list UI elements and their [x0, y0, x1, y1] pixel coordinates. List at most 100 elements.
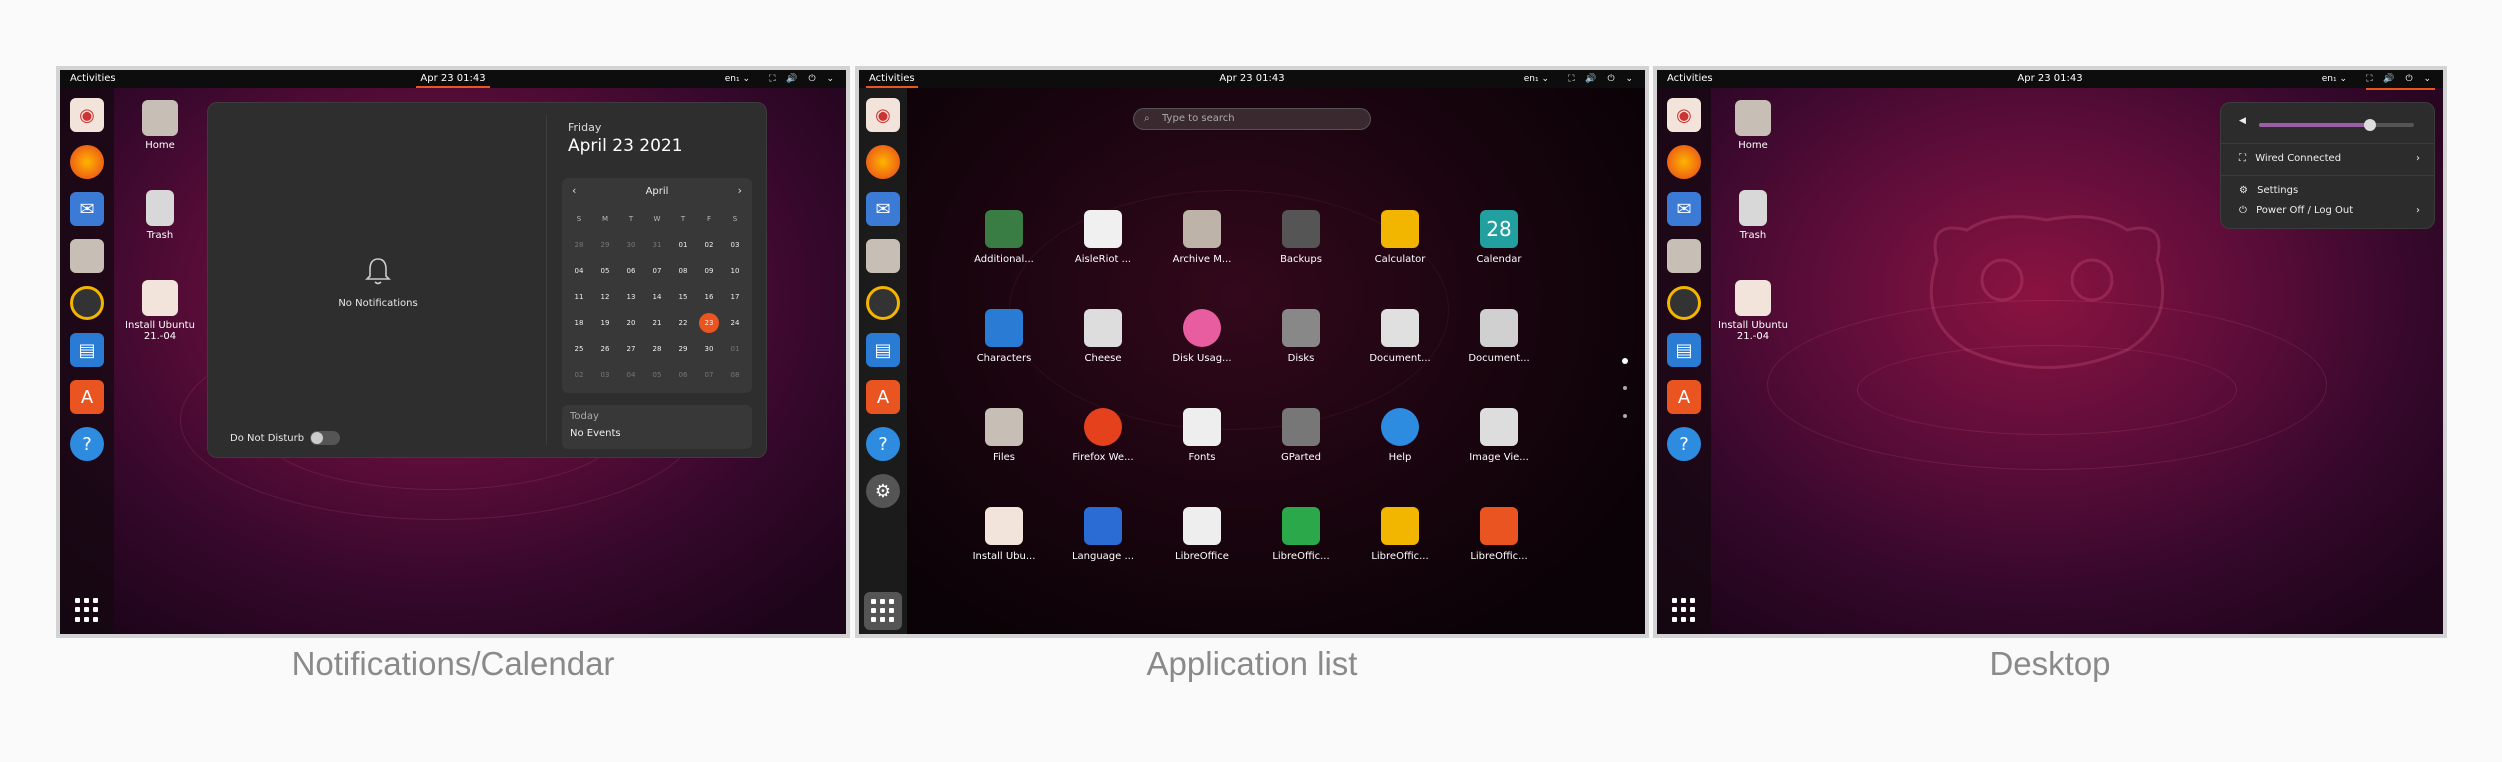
desktop-home[interactable]: Home [1713, 100, 1793, 151]
show-apps-icon[interactable] [864, 592, 902, 630]
app-tile[interactable]: Disks [1261, 309, 1341, 364]
software-icon[interactable]: A [1667, 380, 1701, 414]
calendar-day[interactable]: 03 [722, 232, 748, 258]
calendar-day[interactable]: 26 [592, 336, 618, 362]
software-icon[interactable]: A [70, 380, 104, 414]
app-tile[interactable]: Language ... [1063, 507, 1143, 562]
clock-button[interactable]: Apr 23 01:43 [1215, 70, 1288, 88]
page-indicator[interactable] [1623, 414, 1627, 418]
writer-icon[interactable]: ▤ [1667, 333, 1701, 367]
thunderbird-icon[interactable]: ✉ [866, 192, 900, 226]
calendar-day[interactable]: 04 [566, 258, 592, 284]
app-tile[interactable]: Fonts [1162, 408, 1242, 463]
calendar-day[interactable]: 16 [696, 284, 722, 310]
desktop-home[interactable]: Home [120, 100, 200, 151]
show-apps-icon[interactable] [75, 598, 99, 622]
calendar-day[interactable]: 31 [644, 232, 670, 258]
search-input[interactable]: ⌕ Type to search [1133, 108, 1371, 130]
calendar-day-today[interactable]: 23 [699, 313, 719, 333]
app-tile[interactable]: 28 Calendar [1459, 210, 1539, 265]
calendar-day[interactable]: 13 [618, 284, 644, 310]
calendar-day[interactable]: 18 [566, 310, 592, 336]
app-tile[interactable]: Archive M... [1162, 210, 1242, 265]
desktop-install[interactable]: Install Ubuntu 21.-04 [120, 280, 200, 342]
calendar-day[interactable]: 22 [670, 310, 696, 336]
calendar-day[interactable]: 30 [696, 336, 722, 362]
calendar-day[interactable]: 29 [592, 232, 618, 258]
events-section[interactable]: Today No Events [562, 405, 752, 449]
app-tile[interactable]: Help [1360, 408, 1440, 463]
calendar-day[interactable]: 05 [644, 362, 670, 388]
help-icon[interactable]: ? [1667, 427, 1701, 461]
calendar-day[interactable]: 05 [592, 258, 618, 284]
calendar-day[interactable]: 03 [592, 362, 618, 388]
desktop-trash[interactable]: Trash [120, 190, 200, 241]
calendar-day[interactable]: 25 [566, 336, 592, 362]
system-tray[interactable]: ⛶ 🔊 ⏻ ⌄ [2366, 70, 2435, 90]
rhythmbox-icon[interactable] [70, 286, 104, 320]
show-apps-icon[interactable] [1672, 598, 1696, 622]
software-icon[interactable]: A [866, 380, 900, 414]
rhythmbox-icon[interactable] [1667, 286, 1701, 320]
clock-button[interactable]: Apr 23 01:43 [2013, 70, 2086, 88]
calendar-day[interactable]: 30 [618, 232, 644, 258]
clock-button[interactable]: Apr 23 01:43 [416, 70, 490, 88]
app-tile[interactable]: LibreOffic... [1261, 507, 1341, 562]
page-indicator-active[interactable] [1622, 358, 1628, 364]
network-item[interactable]: ⛶ Wired Connected › [2239, 151, 2420, 167]
firefox-icon[interactable] [866, 145, 900, 179]
power-item[interactable]: ⏻ Power Off / Log Out › [2239, 203, 2420, 219]
calendar-day[interactable]: 04 [618, 362, 644, 388]
app-tile[interactable]: Disk Usag... [1162, 309, 1242, 364]
calendar-day[interactable]: 06 [618, 258, 644, 284]
writer-icon[interactable]: ▤ [866, 333, 900, 367]
calendar-day[interactable]: 29 [670, 336, 696, 362]
help-icon[interactable]: ? [70, 427, 104, 461]
thunderbird-icon[interactable]: ✉ [70, 192, 104, 226]
help-icon[interactable]: ? [866, 427, 900, 461]
firefox-icon[interactable] [1667, 145, 1701, 179]
app-tile[interactable]: LibreOffic... [1459, 507, 1539, 562]
calendar-day[interactable]: 10 [722, 258, 748, 284]
app-tile[interactable]: Document... [1459, 309, 1539, 364]
calendar-day[interactable]: 28 [644, 336, 670, 362]
app-tile[interactable]: Files [964, 408, 1044, 463]
calendar-day[interactable]: 24 [722, 310, 748, 336]
app-tile[interactable]: Backups [1261, 210, 1341, 265]
app-tile[interactable]: Firefox We... [1063, 408, 1143, 463]
calendar-day[interactable]: 28 [566, 232, 592, 258]
calendar-day[interactable]: 12 [592, 284, 618, 310]
next-month-icon[interactable]: › [738, 184, 742, 197]
app-tile[interactable]: AisleRiot ... [1063, 210, 1143, 265]
files-icon[interactable] [1667, 239, 1701, 273]
calendar-day[interactable]: 27 [618, 336, 644, 362]
calendar-day[interactable]: 07 [644, 258, 670, 284]
calendar-day[interactable]: 01 [670, 232, 696, 258]
input-source-indicator[interactable]: en₁ ⌄ [1524, 70, 1549, 88]
input-source-indicator[interactable]: en₁ ⌄ [2322, 70, 2347, 88]
calendar-day[interactable]: 14 [644, 284, 670, 310]
install-ubuntu-icon[interactable]: ◉ [1667, 98, 1701, 132]
app-tile[interactable]: GParted [1261, 408, 1341, 463]
calendar-day[interactable]: 06 [670, 362, 696, 388]
app-tile[interactable]: Calculator [1360, 210, 1440, 265]
system-tray[interactable]: ⛶ 🔊 ⏻ ⌄ [1568, 70, 1637, 88]
desktop-trash[interactable]: Trash [1713, 190, 1793, 241]
app-tile[interactable]: Characters [964, 309, 1044, 364]
files-icon[interactable] [866, 239, 900, 273]
app-tile[interactable]: LibreOffice [1162, 507, 1242, 562]
calendar-day[interactable]: 02 [566, 362, 592, 388]
firefox-icon[interactable] [70, 145, 104, 179]
app-tile[interactable]: Document... [1360, 309, 1440, 364]
settings-gear-icon[interactable]: ⚙ [866, 474, 900, 508]
desktop-install[interactable]: Install Ubuntu 21.-04 [1713, 280, 1793, 342]
calendar-day[interactable]: 01 [722, 336, 748, 362]
calendar-day[interactable]: 15 [670, 284, 696, 310]
calendar-day[interactable]: 07 [696, 362, 722, 388]
install-ubuntu-icon[interactable]: ◉ [866, 98, 900, 132]
calendar-day[interactable]: 21 [644, 310, 670, 336]
input-source-indicator[interactable]: en₁ ⌄ [725, 70, 750, 88]
calendar-day[interactable]: 17 [722, 284, 748, 310]
system-tray[interactable]: ⛶ 🔊 ⏻ ⌄ [769, 70, 838, 88]
app-tile[interactable]: Cheese [1063, 309, 1143, 364]
